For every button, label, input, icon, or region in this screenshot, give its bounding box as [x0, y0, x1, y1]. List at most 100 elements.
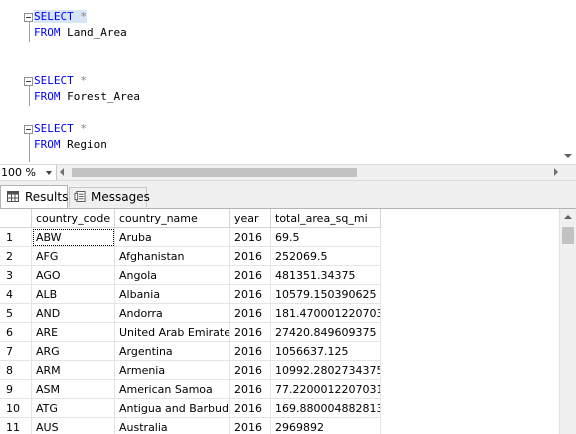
code-line[interactable]: SELECT *: [34, 121, 87, 137]
sql-keyword: FROM: [34, 26, 61, 39]
cell-total-area[interactable]: 2969892: [271, 418, 381, 434]
cell-country-name[interactable]: American Samoa: [115, 380, 230, 399]
cell-total-area[interactable]: 10579.150390625: [271, 285, 381, 304]
code-line[interactable]: SELECT *: [34, 9, 87, 25]
cell-country-name[interactable]: Albania: [115, 285, 230, 304]
cell-year[interactable]: 2016: [230, 399, 271, 418]
scroll-right-icon[interactable]: [554, 168, 558, 176]
cell-country-code[interactable]: ARG: [32, 342, 115, 361]
outline-line: [29, 86, 30, 106]
row-number: 8: [0, 361, 32, 380]
tab-results[interactable]: Results: [0, 185, 68, 208]
column-header[interactable]: year: [230, 209, 271, 228]
scroll-down-icon[interactable]: [564, 154, 572, 158]
cell-year[interactable]: 2016: [230, 247, 271, 266]
cell-year[interactable]: 2016: [230, 380, 271, 399]
cell-country-code[interactable]: ASM: [32, 380, 115, 399]
cell-total-area[interactable]: 481351.34375: [271, 266, 381, 285]
cell-year[interactable]: 2016: [230, 342, 271, 361]
collapse-toggle-icon[interactable]: [24, 77, 33, 86]
code-line[interactable]: SELECT *: [34, 73, 87, 89]
zoom-value: 100 %: [1, 166, 36, 179]
cell-country-name[interactable]: Afghanistan: [115, 247, 230, 266]
cell-country-code[interactable]: AFG: [32, 247, 115, 266]
editor-status-bar: 100 %: [0, 164, 576, 181]
row-number: 9: [0, 380, 32, 399]
cell-total-area[interactable]: 69.5: [271, 228, 381, 247]
row-number: 5: [0, 304, 32, 323]
sql-table-name: Forest_Area: [67, 90, 140, 103]
results-tab-bar: Results Messages: [0, 181, 576, 208]
sql-keyword: SELECT: [34, 122, 74, 135]
chevron-down-icon[interactable]: [46, 171, 52, 175]
code-line[interactable]: FROM Land_Area: [34, 25, 127, 41]
grid-icon: [7, 191, 19, 202]
sql-operator: *: [80, 10, 87, 23]
row-number: 4: [0, 285, 32, 304]
cell-country-code[interactable]: ALB: [32, 285, 115, 304]
cell-year[interactable]: 2016: [230, 228, 271, 247]
column-header[interactable]: country_name: [115, 209, 230, 228]
row-number: 6: [0, 323, 32, 342]
sql-keyword: SELECT: [34, 10, 74, 23]
grid-vertical-scrollbar[interactable]: [559, 209, 576, 434]
zoom-select[interactable]: 100 %: [0, 165, 57, 180]
sql-keyword: FROM: [34, 138, 61, 151]
row-number: 1: [0, 228, 32, 247]
sql-operator: *: [80, 122, 87, 135]
cell-country-code[interactable]: ARE: [32, 323, 115, 342]
cell-country-name[interactable]: Angola: [115, 266, 230, 285]
collapse-toggle-icon[interactable]: [24, 13, 33, 22]
cell-country-name[interactable]: Aruba: [115, 228, 230, 247]
column-header[interactable]: total_area_sq_mi: [271, 209, 381, 228]
cell-total-area[interactable]: 1056637.125: [271, 342, 381, 361]
cell-total-area[interactable]: 10992.2802734375: [271, 361, 381, 380]
cell-year[interactable]: 2016: [230, 304, 271, 323]
cell-country-name[interactable]: Argentina: [115, 342, 230, 361]
sql-keyword: FROM: [34, 90, 61, 103]
cell-total-area[interactable]: 169.880004882813: [271, 399, 381, 418]
cell-year[interactable]: 2016: [230, 285, 271, 304]
row-number: 3: [0, 266, 32, 285]
cell-country-name[interactable]: Australia: [115, 418, 230, 434]
messages-icon: [74, 191, 86, 202]
cell-country-code[interactable]: AGO: [32, 266, 115, 285]
column-header[interactable]: country_code: [32, 209, 115, 228]
cell-country-name[interactable]: United Arab Emirates: [115, 323, 230, 342]
cell-country-code[interactable]: ARM: [32, 361, 115, 380]
cell-total-area[interactable]: 252069.5: [271, 247, 381, 266]
row-number: 10: [0, 399, 32, 418]
sql-table-name: Region: [67, 138, 107, 151]
row-number-header[interactable]: [0, 209, 32, 228]
cell-year[interactable]: 2016: [230, 323, 271, 342]
tab-results-label: Results: [25, 190, 69, 204]
sql-editor[interactable]: SELECT * FROM Land_Area SELECT * FROM Fo…: [0, 0, 576, 164]
editor-vertical-scrollbar[interactable]: [559, 0, 576, 164]
horizontal-scroll-thumb[interactable]: [72, 168, 357, 177]
sql-table-name: Land_Area: [67, 26, 127, 39]
row-number: 7: [0, 342, 32, 361]
collapse-toggle-icon[interactable]: [24, 125, 33, 134]
cell-country-code[interactable]: AND: [32, 304, 115, 323]
cell-year[interactable]: 2016: [230, 418, 271, 434]
cell-year[interactable]: 2016: [230, 266, 271, 285]
results-grid[interactable]: country_code country_name year total_are…: [0, 208, 576, 434]
cell-total-area[interactable]: 181.470001220703: [271, 304, 381, 323]
tab-messages[interactable]: Messages: [69, 187, 150, 207]
cell-country-name[interactable]: Armenia: [115, 361, 230, 380]
cell-total-area[interactable]: 27420.849609375: [271, 323, 381, 342]
scroll-left-icon[interactable]: [60, 168, 64, 176]
cell-year[interactable]: 2016: [230, 361, 271, 380]
code-line[interactable]: FROM Forest_Area: [34, 89, 140, 105]
code-line[interactable]: FROM Region: [34, 137, 107, 153]
cell-country-name[interactable]: Antigua and Barbuda: [115, 399, 230, 418]
row-number: 2: [0, 247, 32, 266]
cell-country-code[interactable]: AUS: [32, 418, 115, 434]
cell-country-code[interactable]: ABW: [32, 228, 115, 247]
cell-total-area[interactable]: 77.2200012207031: [271, 380, 381, 399]
cell-country-code[interactable]: ATG: [32, 399, 115, 418]
row-number: 11: [0, 418, 32, 434]
cell-country-name[interactable]: Andorra: [115, 304, 230, 323]
vertical-scroll-thumb[interactable]: [562, 227, 574, 244]
scroll-up-icon[interactable]: [564, 215, 572, 219]
